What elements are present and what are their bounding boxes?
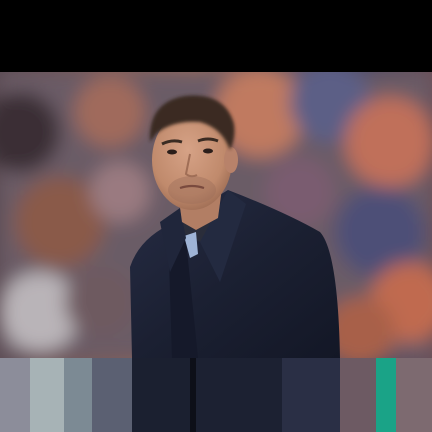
stubble [168,176,216,204]
stretched-edge-strip [0,358,432,432]
portrait-photo [0,72,432,358]
ear [224,147,238,173]
photo-frame [0,72,432,358]
left-eye [167,149,177,155]
right-eye [203,148,213,154]
top-letterbox-band [0,0,432,72]
